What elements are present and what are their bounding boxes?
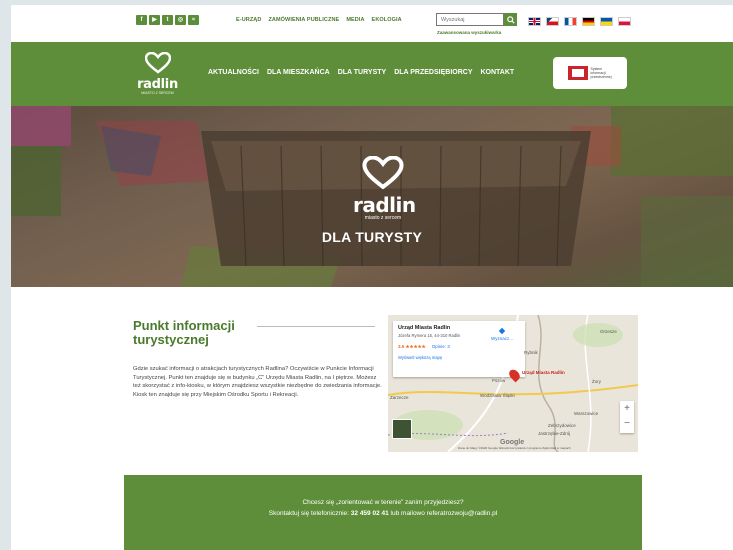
map-town-zarzecze: Zarzecze (390, 395, 409, 400)
main-menu: AKTUALNOŚCI DLA MIESZKAŃCA DLA TURYSTY D… (208, 69, 514, 76)
instagram-icon[interactable]: ◎ (175, 15, 186, 25)
map-rating-stars: 3.5 ★★★★★ (398, 344, 426, 349)
top-bar: f ▶ t ◎ ≈ E-URZĄD ZAMÓWIENIA PUBLICZNE M… (11, 5, 733, 42)
map-town-zebrzydowice: Zebrzydowice (548, 423, 576, 428)
menu-item-kontakt[interactable]: KONTAKT (481, 69, 515, 76)
title-divider (257, 326, 375, 327)
contact-line-1: Chcesz się „zorientować w terenie” zanim… (302, 499, 464, 506)
map-town-warszowice: Warszowice (574, 411, 599, 416)
contact-email[interactable]: referatrozwoju@radlin.pl (427, 510, 498, 517)
top-link-ekologia[interactable]: EKOLOGIA (372, 17, 402, 23)
facebook-icon[interactable]: f (136, 15, 147, 25)
zoom-in-button[interactable]: + (620, 401, 634, 416)
flag-ua-icon[interactable] (600, 17, 613, 26)
flag-en-icon[interactable] (528, 17, 541, 26)
search-input[interactable] (436, 13, 504, 26)
flag-cz-icon[interactable] (546, 17, 559, 26)
info-text: Gdzie szukać informacji o atrakcjach tur… (133, 366, 382, 398)
heart-logo-icon (144, 51, 171, 74)
page: f ▶ t ◎ ≈ E-URZĄD ZAMÓWIENIA PUBLICZNE M… (11, 5, 733, 550)
contact-line-2: Skontaktuj się telefonicznie: 32 459 02 … (124, 510, 642, 517)
map-zoom-control: + − (620, 401, 634, 433)
hero-logo: radlin miasto z sercem (353, 155, 416, 221)
top-link-e-urzad[interactable]: E-URZĄD (236, 17, 261, 23)
menu-item-dla-przedsiebiorcy[interactable]: DLA PRZEDSIĘBIORCY (394, 69, 472, 76)
menu-item-dla-mieszkanca[interactable]: DLA MIESZKAŃCA (267, 69, 330, 76)
map-town-pszow: Pszów (492, 378, 506, 383)
map-footer: Dane do Mapy ©2020 Google Warunki korzys… (458, 446, 571, 450)
rss-icon[interactable]: ≈ (188, 15, 199, 25)
heart-icon (362, 155, 404, 190)
map-place-card: Urząd Miasta Radlin Józefa Rymera 15, 44… (393, 321, 525, 377)
hero-banner: radlin miasto z sercem DLA TURYSTY (11, 106, 733, 287)
menu-item-aktualnosci[interactable]: AKTUALNOŚCI (208, 69, 259, 76)
info-title: Punkt informacji turystycznej (133, 318, 235, 347)
map-town-rybnik: Rybnik (524, 350, 538, 355)
map-satellite-toggle[interactable] (392, 419, 412, 439)
map-town-orzesze: Orzesze (600, 329, 617, 334)
language-flags (528, 17, 631, 26)
top-link-media[interactable]: MEDIA (346, 17, 364, 23)
google-logo: Google (500, 439, 525, 446)
contact-mid: lub mailowo (390, 510, 425, 517)
logo-tagline: MIASTO Z SERCEM (141, 91, 174, 95)
menu-item-dla-turysty[interactable]: DLA TURYSTY (338, 69, 386, 76)
sip-text: System informacji przestrzennej (590, 67, 612, 79)
map-town-jastrzebie: Jastrzębie-Zdrój (538, 431, 571, 436)
contact-phone[interactable]: 32 459 02 41 (351, 510, 389, 517)
google-map[interactable]: Urząd Miasta Radlin Józefa Rymera 15, 44… (388, 315, 638, 452)
directions-icon (498, 327, 506, 335)
logo-word: radlin (137, 77, 178, 92)
search-button[interactable] (504, 13, 517, 26)
map-directions-link[interactable]: Wyznacz... (491, 327, 513, 341)
flag-pl-icon[interactable] (618, 17, 631, 26)
youtube-icon[interactable]: ▶ (149, 15, 160, 25)
map-rating: 3.5 ★★★★★ Opinie: 3 (398, 344, 520, 350)
site-logo[interactable]: radlin MIASTO Z SERCEM (135, 51, 180, 98)
search-icon (506, 15, 515, 24)
map-pin-label: Urząd Miasta Radlin (522, 370, 565, 375)
hero-title: DLA TURYSTY (321, 229, 423, 245)
contact-prefix: Skontaktuj się telefonicznie: (268, 510, 349, 517)
zoom-out-button[interactable]: − (620, 416, 634, 431)
flag-fr-icon[interactable] (564, 17, 577, 26)
sip-banner[interactable]: System informacji przestrzennej (553, 57, 627, 89)
main-nav: radlin MIASTO Z SERCEM AKTUALNOŚCI DLA M… (11, 42, 733, 106)
hero-logo-word: radlin (353, 193, 416, 217)
search-box (436, 13, 518, 27)
flag-de-icon[interactable] (582, 17, 595, 26)
advanced-search-link[interactable]: Zaawansowana wyszukiwarka (437, 30, 501, 35)
top-link-zamowienia[interactable]: ZAMÓWIENIA PUBLICZNE (268, 17, 339, 23)
social-links: f ▶ t ◎ ≈ (136, 15, 199, 25)
twitter-icon[interactable]: t (162, 15, 173, 25)
map-town-wodzislaw: Wodzisław Śląski (480, 393, 515, 398)
map-directions-label: Wyznacz... (491, 336, 513, 341)
contact-banner: Chcesz się „zorientować w terenie” zanim… (124, 475, 642, 550)
map-reviews-link[interactable]: Opinie: 3 (432, 344, 450, 349)
top-links: E-URZĄD ZAMÓWIENIA PUBLICZNE MEDIA EKOLO… (236, 17, 402, 23)
sip-logo-icon (567, 66, 588, 80)
map-town-zory: Żory (592, 379, 601, 384)
map-bigger-link[interactable]: Wyświetl większą mapę (398, 355, 520, 360)
